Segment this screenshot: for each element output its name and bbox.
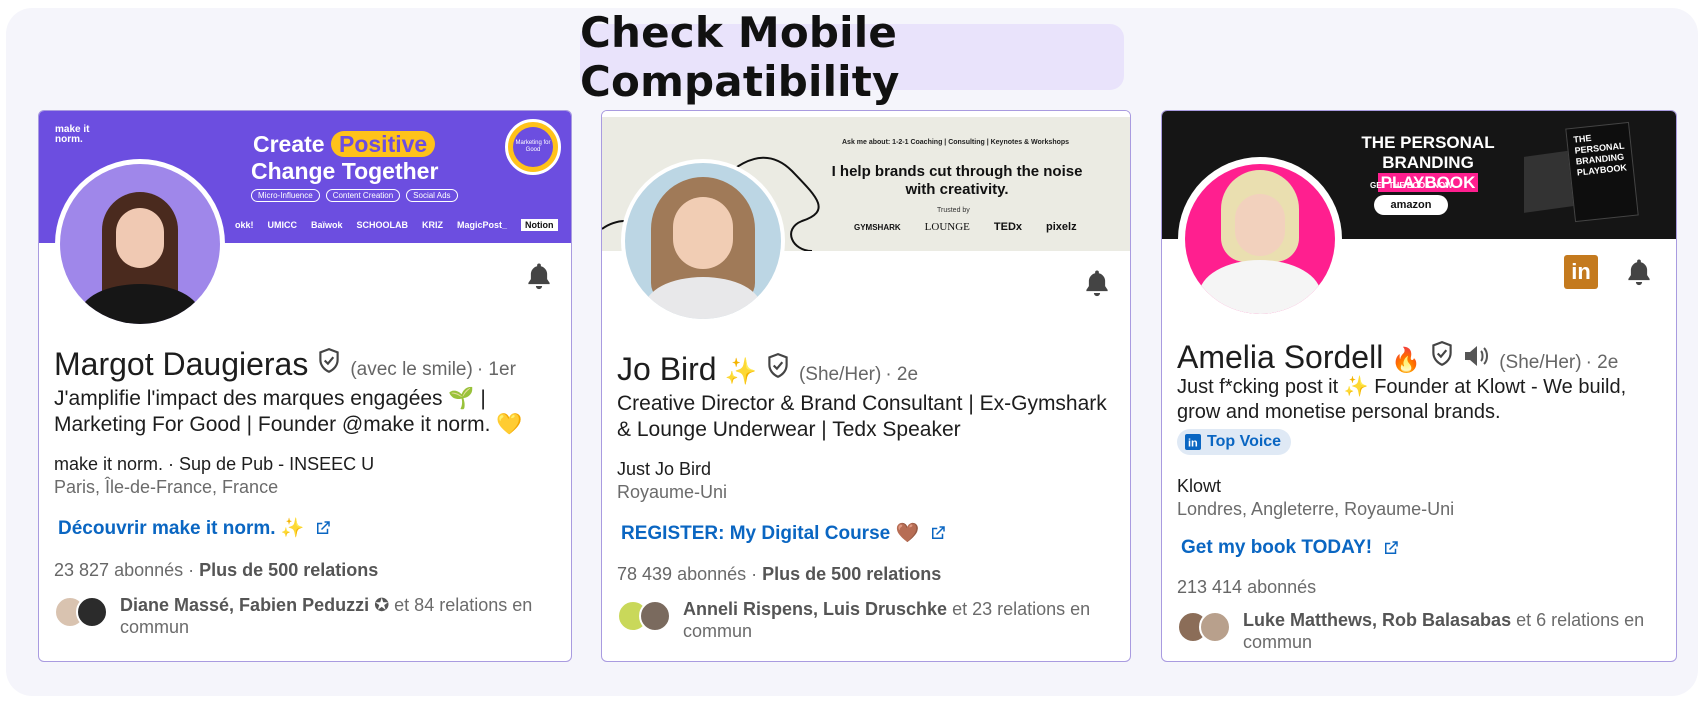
avatar[interactable]	[55, 159, 225, 329]
pronoun: (avec le smile)	[350, 359, 473, 380]
external-link-icon	[317, 521, 331, 534]
followers-count: 78 439	[617, 564, 673, 584]
profile-name: Amelia Sordell	[1177, 339, 1384, 375]
mutual-connections[interactable]: Anneli Rispens, Luis Druschke et 23 rela…	[617, 598, 1117, 642]
followers-count: 213 414	[1177, 577, 1243, 597]
degree: · 1er	[476, 359, 516, 380]
profile-card-amelia[interactable]: THE PERSONAL BRANDING PLAYBOOK GET THE B…	[1161, 110, 1677, 662]
connections-count: Plus de 500 relations	[199, 560, 379, 580]
profile-name: Jo Bird	[617, 351, 717, 387]
name-row: Jo Bird ✨ (She/Her) · 2e	[617, 351, 918, 388]
speaker-icon[interactable]	[1463, 344, 1491, 368]
mutual-avatars	[617, 598, 673, 634]
bell-icon[interactable]	[524, 261, 554, 291]
external-link-icon	[1385, 541, 1398, 554]
degree: · 2e	[885, 364, 919, 385]
banner-tag: Social Ads	[406, 189, 458, 202]
company: Klowt	[1177, 476, 1222, 496]
banner-tags: Micro-Influence Content Creation Social …	[251, 189, 458, 202]
mutual-connections[interactable]: Diane Massé, Fabien Peduzzi ✪ et 84 rela…	[54, 594, 554, 638]
avatar[interactable]	[1178, 157, 1342, 321]
profile-card-jo[interactable]: Ask me about: 1-2-1 Coaching | Consultin…	[601, 110, 1131, 662]
followers-label: abonnés	[1247, 577, 1317, 597]
bell-icon[interactable]	[1082, 268, 1112, 298]
banner-tag: Content Creation	[325, 189, 401, 202]
banner-headline-2: Change Together	[251, 158, 439, 184]
website-link[interactable]: REGISTER: My Digital Course 🤎	[621, 521, 947, 545]
mutual-connections[interactable]: Luke Matthews, Rob Balasabas et 6 relati…	[1177, 609, 1667, 653]
book-cover: THE PERSONAL BRANDING PLAYBOOK	[1565, 121, 1639, 223]
website-link[interactable]: Découvrir make it norm. ✨	[58, 516, 332, 540]
connections-count: Plus de 500 relations	[762, 564, 942, 584]
location: Paris, Île-de-France, France	[54, 477, 279, 497]
linkedin-small-icon: in	[1185, 434, 1201, 450]
svg-text:in: in	[1188, 438, 1198, 450]
name-row: Amelia Sordell 🔥 (She/Her) · 2e	[1177, 339, 1618, 376]
mutual-avatars	[1177, 609, 1233, 645]
banner-badge: Marketing for Good	[505, 119, 561, 175]
location: Royaume-Uni	[617, 482, 728, 502]
followers-stats: 23 827 abonnés · Plus de 500 relations	[54, 560, 378, 581]
headline: Just f*cking post it ✨ Founder at Klowt …	[1177, 376, 1627, 423]
banner-tag: Micro-Influence	[251, 189, 320, 202]
followers-stats: 213 414 abonnés	[1177, 577, 1316, 598]
pronoun: (She/Her)	[798, 364, 882, 385]
verified-shield-icon	[1432, 341, 1452, 366]
avatar[interactable]	[621, 159, 785, 323]
bell-icon[interactable]	[1624, 257, 1654, 287]
mutual-avatars	[54, 594, 110, 630]
banner-logos: okk! UMICC Baïwok SCHOOLAB KRIZ MagicPost_ No…	[235, 219, 558, 231]
name-row: Margot Daugieras (avec le smile) · 1er	[54, 346, 516, 383]
banner-cta: GET THE BOOK NOW	[1370, 181, 1453, 190]
location: Londres, Angleterre, Royaume-Uni	[1177, 499, 1455, 519]
linkedin-icon[interactable]: in	[1564, 255, 1598, 289]
fire-emoji: 🔥	[1391, 346, 1422, 374]
top-voice-badge[interactable]: in Top Voice	[1177, 429, 1292, 455]
company-education: make it norm. · Sup de Pub - INSEEC U	[54, 454, 375, 474]
degree: · 2e	[1585, 352, 1619, 373]
followers-stats: 78 439 abonnés · Plus de 500 relations	[617, 564, 941, 585]
banner-brand: make it norm.	[55, 124, 90, 145]
banner-headline-1: Create Positive	[253, 131, 436, 158]
followers-label: abonnés ·	[677, 564, 758, 584]
external-link-icon	[932, 526, 945, 539]
page-title: Check Mobile Compatibility	[580, 8, 900, 106]
headline: Creative Director & Brand Consultant | E…	[617, 392, 1107, 441]
verified-shield-icon	[319, 348, 340, 373]
amazon-button: amazon	[1374, 195, 1448, 215]
headline: J'amplifie l'impact des marques engagées…	[54, 387, 523, 436]
followers-count: 23 827	[54, 560, 110, 580]
sparkles-emoji: ✨	[724, 357, 757, 387]
title-banner: Check Mobile Compatibility	[580, 8, 1124, 106]
pronoun: (She/Her)	[1499, 352, 1582, 373]
profile-card-margot[interactable]: make it norm. Create Positive Change Tog…	[38, 110, 572, 662]
followers-label: abonnés ·	[114, 560, 195, 580]
verified-shield-icon	[768, 353, 788, 378]
website-link[interactable]: Get my book TODAY!	[1181, 537, 1400, 559]
profile-name: Margot Daugieras	[54, 346, 309, 382]
company: Just Jo Bird	[617, 459, 712, 479]
